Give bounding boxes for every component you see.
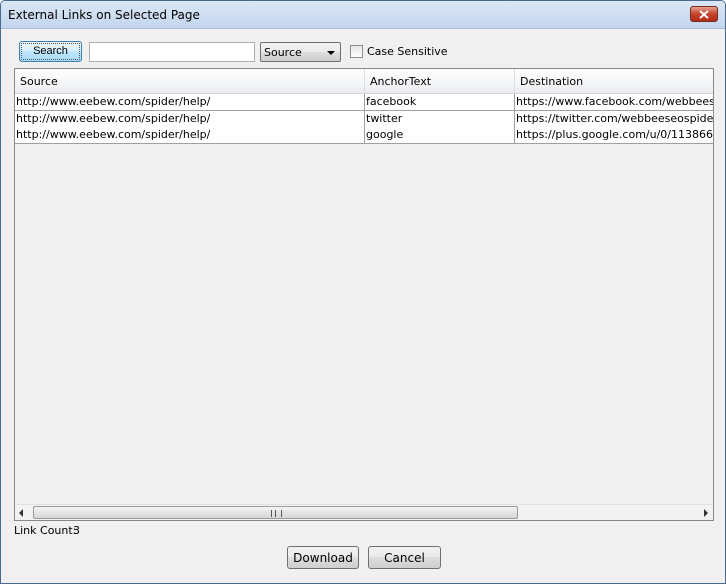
case-sensitive-checkbox[interactable] (350, 45, 363, 58)
links-table: Source AnchorText Destination http://www… (14, 68, 714, 521)
search-field-value: Source (264, 46, 302, 59)
cell-destination: https://plus.google.com/u/0/1138664191 (516, 128, 713, 141)
table-header: Source AnchorText Destination (15, 69, 713, 94)
window-title: External Links on Selected Page (8, 8, 200, 22)
table-row[interactable]: http://www.eebew.com/spider/help/ facebo… (15, 94, 713, 111)
search-button[interactable]: Search (19, 41, 82, 62)
cell-anchortext: twitter (365, 111, 515, 127)
cell-source: http://www.eebew.com/spider/help/ (15, 111, 365, 127)
dialog-window: External Links on Selected Page Search S… (0, 0, 726, 584)
close-icon (699, 10, 709, 19)
scroll-right-icon[interactable] (704, 509, 708, 517)
link-count-label: Link Count: (14, 524, 77, 537)
link-count-value: 3 (73, 524, 80, 537)
cell-source: http://www.eebew.com/spider/help/ (15, 94, 365, 110)
search-input[interactable] (89, 42, 255, 62)
cell-anchortext: facebook (365, 94, 515, 110)
chevron-down-icon (327, 51, 335, 55)
table-row[interactable]: http://www.eebew.com/spider/help/ twitte… (15, 111, 713, 128)
grip-icon (271, 510, 282, 517)
cell-destination: https://www.facebook.com/webbeeseospider (516, 95, 713, 108)
cell-anchortext: google (365, 127, 515, 143)
cancel-button[interactable]: Cancel (368, 546, 441, 569)
scrollbar-thumb[interactable] (33, 506, 518, 519)
column-header-source[interactable]: Source (15, 69, 365, 93)
search-button-label: Search (21, 43, 80, 60)
table-row[interactable]: http://www.eebew.com/spider/help/ google… (15, 127, 713, 144)
cell-destination: https://twitter.com/webbeeseospider (516, 112, 713, 125)
download-button[interactable]: Download (287, 546, 359, 569)
search-field-select[interactable]: Source (260, 42, 341, 62)
column-header-anchortext[interactable]: AnchorText (365, 69, 515, 93)
column-header-destination[interactable]: Destination (515, 69, 713, 93)
title-bar[interactable]: External Links on Selected Page (1, 1, 725, 29)
horizontal-scrollbar[interactable] (15, 504, 713, 520)
case-sensitive-label[interactable]: Case Sensitive (367, 45, 448, 58)
scroll-left-icon[interactable] (19, 509, 23, 517)
cell-source: http://www.eebew.com/spider/help/ (15, 127, 365, 143)
close-button[interactable] (690, 6, 718, 22)
